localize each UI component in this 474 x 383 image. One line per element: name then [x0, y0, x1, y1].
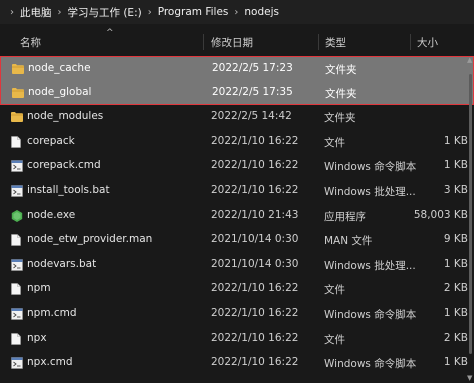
- file-date: 2022/1/10 16:22: [211, 306, 299, 319]
- chevron-right-icon: ›: [10, 6, 14, 18]
- file-date: 2022/2/5 17:35: [212, 85, 293, 98]
- file-size: 3 KB: [443, 183, 468, 196]
- file-type: 文件: [324, 284, 345, 297]
- file-size: 58,003 KB: [413, 208, 468, 221]
- file-row[interactable]: node_etw_provider.man 2021/10/14 0:30 MAN …: [0, 228, 474, 253]
- chevron-right-icon: ›: [147, 6, 152, 18]
- scroll-thumb[interactable]: [469, 74, 472, 354]
- breadcrumb-item-drive[interactable]: 学习与工作 (E:): [68, 5, 142, 20]
- node-exe-icon: [11, 209, 23, 222]
- file-date: 2022/1/10 21:43: [211, 208, 299, 221]
- file-row[interactable]: node_modules 2022/2/5 14:42 文件夹: [0, 105, 474, 130]
- file-list: node_cache 2022/2/5 17:23 文件夹 node_global 20…: [0, 56, 474, 376]
- file-type: Windows 批处理...: [324, 259, 416, 272]
- file-type: 文件夹: [324, 112, 356, 125]
- file-name: nodevars.bat: [27, 257, 97, 270]
- script-icon: [11, 160, 23, 173]
- chevron-right-icon: ›: [234, 6, 239, 18]
- folder-icon: [11, 111, 23, 123]
- file-name: npx.cmd: [27, 356, 73, 369]
- file-name: node_global: [28, 85, 92, 98]
- file-size: 1 KB: [443, 257, 468, 270]
- file-size: 1 KB: [443, 159, 468, 172]
- file-date: 2022/1/10 16:22: [211, 282, 299, 295]
- file-row[interactable]: npx.cmd 2022/1/10 16:22 Windows 命令脚本 1 KB: [0, 351, 474, 376]
- file-size: 1 KB: [443, 306, 468, 319]
- file-size: 9 KB: [443, 233, 468, 246]
- file-type: Windows 批处理...: [324, 185, 416, 198]
- file-type: 应用程序: [324, 210, 366, 223]
- file-date: 2022/1/10 16:22: [211, 356, 299, 369]
- file-name: npm.cmd: [27, 306, 77, 319]
- column-divider[interactable]: [203, 34, 204, 50]
- column-divider[interactable]: [318, 34, 319, 50]
- file-date: 2022/2/5 14:42: [211, 110, 292, 123]
- vertical-scrollbar[interactable]: ▲ ▼: [467, 54, 474, 383]
- column-divider[interactable]: [410, 34, 411, 50]
- file-name: npm: [27, 282, 51, 295]
- file-row[interactable]: corepack.cmd 2022/1/10 16:22 Windows 命令脚本 1…: [0, 154, 474, 179]
- file-row[interactable]: node.exe 2022/1/10 21:43 应用程序 58,003 KB: [0, 204, 474, 229]
- scroll-up-icon[interactable]: ▲: [467, 56, 474, 64]
- sort-ascending-icon: ^: [106, 28, 114, 38]
- breadcrumb: › 此电脑 › 学习与工作 (E:) › Program Files › nod…: [0, 0, 474, 24]
- folder-icon: [12, 87, 24, 99]
- file-type: MAN 文件: [324, 235, 373, 248]
- file-type: 文件: [324, 136, 345, 149]
- file-row[interactable]: corepack 2022/1/10 16:22 文件 1 KB: [0, 130, 474, 155]
- scroll-down-icon[interactable]: ▼: [467, 374, 474, 382]
- chevron-right-icon: ›: [57, 6, 62, 18]
- file-icon: [11, 332, 23, 345]
- file-name: corepack.cmd: [27, 159, 101, 172]
- file-icon: [11, 283, 23, 296]
- file-date: 2022/2/5 17:23: [212, 62, 293, 74]
- file-size: 1 KB: [443, 356, 468, 369]
- file-row[interactable]: install_tools.bat 2022/1/10 16:22 Windows …: [0, 179, 474, 204]
- file-name: node_etw_provider.man: [27, 233, 153, 246]
- file-date: 2021/10/14 0:30: [211, 233, 299, 246]
- file-icon: [11, 135, 23, 148]
- file-row[interactable]: nodevars.bat 2021/10/14 0:30 Windows 批处理..…: [0, 253, 474, 278]
- file-row[interactable]: npm.cmd 2022/1/10 16:22 Windows 命令脚本 1 KB: [0, 302, 474, 327]
- script-icon: [11, 185, 23, 197]
- column-header-name[interactable]: 名称: [20, 35, 41, 50]
- file-size: 1 KB: [443, 134, 468, 147]
- breadcrumb-item-program-files[interactable]: Program Files: [158, 6, 229, 18]
- column-header-type[interactable]: 类型: [325, 35, 346, 50]
- file-size: 2 KB: [443, 331, 468, 344]
- file-date: 2022/1/10 16:22: [211, 331, 299, 344]
- file-type: Windows 命令脚本: [324, 161, 417, 174]
- file-date: 2022/1/10 16:22: [211, 159, 299, 172]
- file-row[interactable]: npx 2022/1/10 16:22 文件 2 KB: [0, 327, 474, 352]
- file-icon: [11, 234, 23, 246]
- file-type: Windows 命令脚本: [324, 308, 417, 321]
- folder-icon: [12, 63, 24, 75]
- script-icon: [11, 357, 23, 369]
- file-row[interactable]: node_global 2022/2/5 17:35 文件夹: [0, 80, 474, 106]
- file-size: 2 KB: [443, 282, 468, 295]
- file-type: 文件夹: [325, 87, 357, 100]
- script-icon: [11, 308, 23, 320]
- file-name: npx: [27, 331, 47, 344]
- file-name: node.exe: [27, 208, 76, 221]
- breadcrumb-item-this-pc[interactable]: 此电脑: [20, 5, 52, 20]
- script-icon: [11, 258, 23, 271]
- file-name: corepack: [27, 134, 75, 147]
- column-header-row: ^ 名称 修改日期 类型 大小: [0, 28, 474, 54]
- breadcrumb-item-nodejs[interactable]: nodejs: [244, 6, 279, 18]
- file-type: 文件夹: [325, 64, 357, 76]
- file-date: 2022/1/10 16:22: [211, 183, 299, 196]
- column-header-size[interactable]: 大小: [417, 35, 438, 50]
- file-type: Windows 命令脚本: [324, 358, 417, 371]
- file-row[interactable]: node_cache 2022/2/5 17:23 文件夹: [0, 56, 474, 81]
- file-name: node_cache: [28, 62, 91, 74]
- file-name: install_tools.bat: [27, 183, 110, 196]
- file-date: 2021/10/14 0:30: [211, 257, 299, 270]
- file-type: 文件: [324, 333, 345, 346]
- file-row[interactable]: npm 2022/1/10 16:22 文件 2 KB: [0, 277, 474, 302]
- file-name: node_modules: [27, 110, 104, 123]
- column-header-date[interactable]: 修改日期: [211, 35, 253, 50]
- file-date: 2022/1/10 16:22: [211, 134, 299, 147]
